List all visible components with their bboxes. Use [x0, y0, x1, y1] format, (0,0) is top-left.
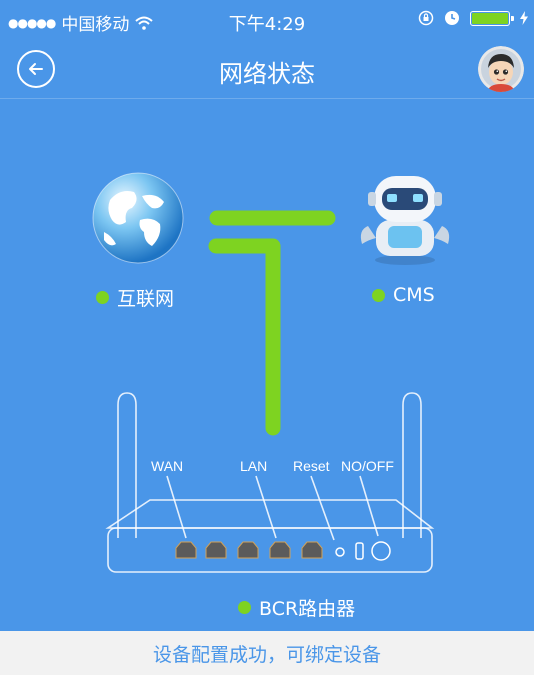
reset-callout: [310, 475, 335, 541]
power-label: NO/OFF: [341, 458, 394, 474]
lan-port-2: [237, 541, 259, 559]
router-top: [105, 499, 435, 529]
reset-hole: [335, 547, 345, 557]
right-antenna: [402, 392, 422, 538]
power-button: [371, 541, 391, 561]
wan-port: [175, 541, 197, 559]
router-status-dot: [238, 601, 251, 614]
lan-label: LAN: [240, 458, 267, 474]
power-switch: [355, 542, 364, 560]
footer-status-bar: 设备配置成功，可绑定设备: [0, 631, 534, 675]
router-label: BCR路由器: [259, 598, 356, 620]
wan-label: WAN: [151, 458, 183, 474]
lan-port-1: [205, 541, 227, 559]
reset-label: Reset: [293, 458, 330, 474]
lan-port-3: [269, 541, 291, 559]
power-callout: [359, 475, 379, 537]
status-message: 设备配置成功，可绑定设备: [152, 643, 381, 666]
lan-port-4: [301, 541, 323, 559]
router-node-label: BCR路由器: [238, 594, 355, 621]
router-illustration: WAN LAN Reset NO/OFF: [105, 392, 435, 573]
